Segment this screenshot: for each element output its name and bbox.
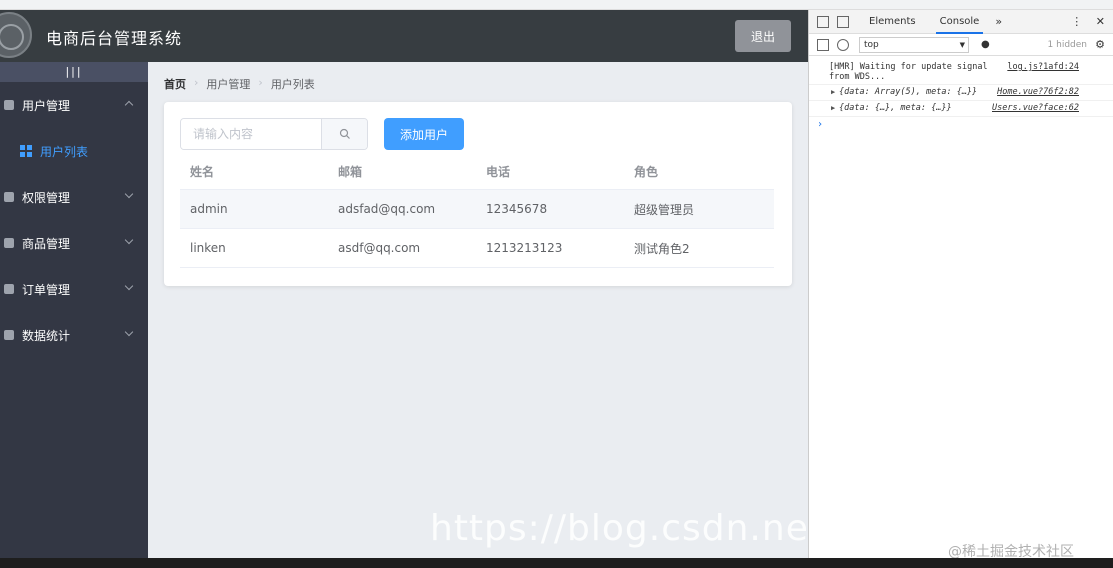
- close-icon[interactable]: ✕: [1096, 15, 1105, 28]
- sidebar-toggle-icon[interactable]: [817, 38, 829, 51]
- sidebar-item-permission-management[interactable]: 权限管理: [0, 174, 148, 220]
- expand-triangle-icon[interactable]: ▶: [831, 104, 835, 112]
- devtools-panel: Elements Console » ⋮ ✕ top ● 1 hidden ⚙ …: [808, 10, 1113, 558]
- column-header: 邮箱: [338, 165, 363, 179]
- breadcrumb-item: 用户列表: [270, 78, 315, 91]
- sidebar-item-order-management[interactable]: 订单管理: [0, 266, 148, 312]
- cube-icon: [4, 192, 14, 202]
- breadcrumb-item: 用户管理: [206, 78, 251, 91]
- device-toolbar-icon[interactable]: [837, 15, 849, 28]
- more-tabs-icon[interactable]: »: [995, 15, 1002, 28]
- table-cell: 测试角色2: [634, 241, 690, 256]
- search-button[interactable]: [321, 119, 367, 149]
- search-icon: [339, 128, 350, 139]
- browser-toolbar-strip: [0, 0, 1113, 10]
- column-header: 姓名: [190, 165, 215, 179]
- column-header: 电话: [486, 165, 511, 179]
- breadcrumb: 首页 › 用户管理 › 用户列表: [164, 76, 315, 92]
- log-source-link[interactable]: Users.vue?face:62: [992, 103, 1079, 113]
- logo-icon: [0, 12, 32, 58]
- user-list-card: 添加用户 姓名 邮箱 电话 角色 admin adsfad@qq.com 123…: [164, 102, 792, 286]
- log-message: [HMR] Waiting for update signal from WDS…: [829, 62, 988, 82]
- devtools-toolbar: Elements Console » ⋮ ✕: [809, 10, 1113, 34]
- sidebar-collapse-toggle[interactable]: |||: [0, 62, 148, 82]
- log-message: {data: {…}, meta: {…}}: [839, 103, 952, 113]
- sidebar-subitem-label: 用户列表: [40, 144, 89, 159]
- table-row[interactable]: linken asdf@qq.com 1213213123 测试角色2: [180, 229, 774, 268]
- chevron-down-icon: [124, 189, 134, 199]
- console-log-entry: [HMR] Waiting for update signal from WDS…: [809, 60, 1113, 85]
- table-cell: 超级管理员: [634, 202, 695, 217]
- document-icon: [4, 284, 14, 294]
- os-taskbar: [0, 558, 1113, 568]
- user-icon: [4, 100, 14, 110]
- table-row[interactable]: admin adsfad@qq.com 12345678 超级管理员: [180, 190, 774, 229]
- goods-icon: [4, 238, 14, 248]
- context-selector[interactable]: top: [859, 36, 969, 53]
- chevron-down-icon: [124, 281, 134, 291]
- logout-button[interactable]: 退出: [735, 20, 791, 52]
- breadcrumb-separator: ›: [194, 76, 199, 89]
- clear-console-icon[interactable]: [837, 38, 849, 51]
- search-input[interactable]: [181, 119, 321, 149]
- table-header-row: 姓名 邮箱 电话 角色: [180, 154, 774, 190]
- log-source-link[interactable]: Home.vue?76f2:82: [997, 87, 1079, 97]
- table-cell: adsfad@qq.com: [338, 202, 436, 216]
- sidebar: ||| 用户管理 用户列表 权限管理 商品管理 订单管理 数据统计: [0, 62, 148, 558]
- table-cell: asdf@qq.com: [338, 241, 421, 255]
- table-cell: 1213213123: [486, 241, 563, 255]
- table-cell: 12345678: [486, 202, 548, 216]
- chevron-up-icon: [124, 100, 134, 110]
- gear-icon[interactable]: ⚙: [1095, 38, 1105, 51]
- console-log-entry[interactable]: ▶ {data: Array(5), meta: {…}} Home.vue?7…: [809, 85, 1113, 101]
- console-log-entry[interactable]: ▶ {data: {…}, meta: {…}} Users.vue?face:…: [809, 101, 1113, 117]
- app-title: 电商后台管理系统: [46, 29, 183, 48]
- admin-app: 电商后台管理系统 退出 ||| 用户管理 用户列表 权限管理 商品管理 订单管理…: [0, 10, 808, 558]
- search-box: [180, 118, 368, 150]
- user-table: 姓名 邮箱 电话 角色 admin adsfad@qq.com 12345678…: [180, 154, 774, 268]
- sidebar-item-statistics[interactable]: 数据统计: [0, 312, 148, 358]
- console-output: [HMR] Waiting for update signal from WDS…: [809, 56, 1113, 134]
- sidebar-item-goods-management[interactable]: 商品管理: [0, 220, 148, 266]
- hidden-count: 1 hidden: [1047, 39, 1087, 50]
- chevron-down-icon: [124, 235, 134, 245]
- expand-triangle-icon[interactable]: ▶: [831, 88, 835, 96]
- sidebar-item-label: 用户管理: [22, 98, 71, 113]
- chevron-down-icon: [124, 327, 134, 337]
- tab-elements[interactable]: Elements: [865, 10, 920, 34]
- monitor-icon: [4, 330, 14, 340]
- sidebar-item-label: 订单管理: [22, 282, 71, 297]
- screen: 电商后台管理系统 退出 ||| 用户管理 用户列表 权限管理 商品管理 订单管理…: [0, 0, 1113, 568]
- log-message: {data: Array(5), meta: {…}}: [839, 87, 978, 97]
- sidebar-item-user-management[interactable]: 用户管理: [0, 82, 148, 128]
- column-header: 角色: [634, 165, 659, 179]
- inspect-element-icon[interactable]: [817, 15, 829, 28]
- grid-icon: [20, 145, 32, 157]
- kebab-menu-icon[interactable]: ⋮: [1071, 15, 1082, 28]
- sidebar-subitem-user-list[interactable]: 用户列表: [0, 128, 148, 174]
- main-content: 首页 › 用户管理 › 用户列表 添加用户 姓名 邮箱: [148, 62, 808, 558]
- console-filter-bar: top ● 1 hidden ⚙: [809, 34, 1113, 56]
- eye-icon[interactable]: ●: [981, 39, 990, 50]
- log-source-link[interactable]: log.js?1afd:24: [1007, 62, 1079, 72]
- app-header: 电商后台管理系统 退出: [0, 10, 808, 62]
- sidebar-item-label: 权限管理: [22, 190, 71, 205]
- table-cell: admin: [190, 202, 228, 216]
- table-cell: linken: [190, 241, 226, 255]
- sidebar-item-label: 数据统计: [22, 328, 71, 343]
- devtools-window-controls: ⋮ ✕: [1061, 10, 1105, 34]
- add-user-button[interactable]: 添加用户: [384, 118, 464, 150]
- tab-console[interactable]: Console: [935, 10, 984, 34]
- console-prompt[interactable]: ›: [809, 119, 1113, 130]
- breadcrumb-separator: ›: [258, 76, 263, 89]
- breadcrumb-home[interactable]: 首页: [164, 76, 186, 92]
- sidebar-item-label: 商品管理: [22, 236, 71, 251]
